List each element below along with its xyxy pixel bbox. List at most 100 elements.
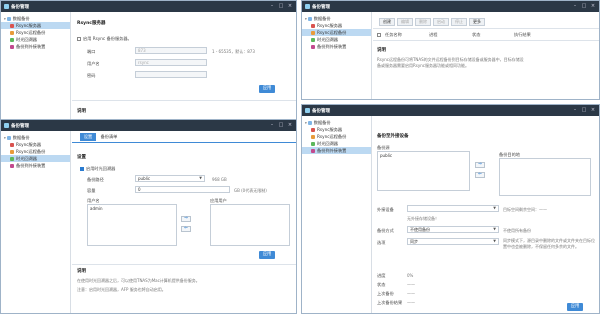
minimize-icon[interactable]: –: [572, 108, 578, 113]
dest-list[interactable]: [499, 158, 591, 196]
username-input[interactable]: rsync: [135, 59, 207, 66]
col-result[interactable]: 执行结果: [514, 32, 531, 38]
checkbox-icon[interactable]: [80, 167, 84, 171]
tree-item-rsync-server[interactable]: Rsync服务器: [302, 22, 371, 29]
password-label: 密码: [87, 73, 96, 78]
tree-item-time-machine[interactable]: 时光回溯器: [302, 140, 371, 147]
arrow-left-icon: ⇐: [478, 172, 482, 177]
user-list[interactable]: admin: [87, 204, 177, 246]
capacity-input[interactable]: 0: [135, 186, 230, 193]
titlebar[interactable]: 备份管理 – □ ×: [1, 1, 296, 12]
enable-rsync-checkbox[interactable]: 启用 Rsync 备份服务器。: [77, 36, 132, 42]
port-input[interactable]: 873: [135, 47, 207, 54]
tree-item-time-machine[interactable]: 时光回溯器: [302, 36, 371, 43]
tree-item-rsync-remote[interactable]: Rsync远程备份: [1, 148, 70, 155]
usb-icon: [311, 148, 315, 153]
chevron-down-icon: ▼: [199, 176, 202, 180]
col-status[interactable]: 状态: [472, 32, 480, 38]
divider: [373, 40, 599, 41]
tab-backup-list[interactable]: 备份清单: [98, 133, 120, 141]
move-left-button[interactable]: ⇐: [181, 226, 191, 232]
move-right-button[interactable]: ⇒: [475, 162, 485, 168]
tree-item-external-backup[interactable]: 备份到外接装置: [302, 43, 371, 50]
source-list-item[interactable]: public: [380, 153, 467, 158]
titlebar[interactable]: 备份管理 – □ ×: [302, 105, 599, 116]
collapse-icon[interactable]: ▾: [305, 121, 307, 125]
collapse-icon[interactable]: ▾: [4, 136, 6, 140]
close-icon[interactable]: ×: [590, 4, 596, 9]
password-input[interactable]: [135, 71, 207, 78]
tree-root[interactable]: ▾ 数据备份: [302, 119, 371, 126]
tab-settings[interactable]: 设置: [80, 133, 96, 141]
tree-item-rsync-server[interactable]: Rsync服务器: [1, 22, 70, 29]
maximize-icon[interactable]: □: [278, 4, 284, 9]
enable-time-machine-checkbox[interactable]: 启用时光回溯器: [80, 166, 115, 172]
tree-item-rsync-remote[interactable]: Rsync远程备份: [302, 29, 371, 36]
col-task-name[interactable]: 任务名称: [385, 32, 402, 38]
tree-item-rsync-remote[interactable]: Rsync远程备份: [1, 29, 70, 36]
tree-root[interactable]: ▾ 数据备份: [1, 134, 70, 141]
delete-button[interactable]: 删除: [415, 18, 431, 26]
move-right-button[interactable]: ⇒: [181, 216, 191, 222]
close-icon[interactable]: ×: [287, 4, 293, 9]
maximize-icon[interactable]: □: [278, 123, 284, 128]
close-icon[interactable]: ×: [590, 108, 596, 113]
apply-button[interactable]: 应用: [567, 303, 583, 311]
titlebar[interactable]: 备份管理 – □ ×: [302, 1, 599, 12]
tree-item-time-machine[interactable]: 时光回溯器: [1, 155, 70, 162]
window-title: 备份管理: [11, 123, 29, 129]
target-select[interactable]: public ▼: [135, 175, 205, 182]
tree-item-rsync-server[interactable]: Rsync服务器: [302, 126, 371, 133]
app-icon: [305, 108, 310, 113]
more-button[interactable]: 更多: [469, 18, 485, 26]
move-left-button[interactable]: ⇐: [475, 172, 485, 178]
close-icon[interactable]: ×: [287, 123, 293, 128]
capacity-label: 容量: [87, 188, 96, 193]
tree-root[interactable]: ▾ 数据备份: [302, 15, 371, 22]
desc-line-1: 在使用时光回溯器之后，可以使用TNAS为Mac计算机提供备份服务。: [77, 278, 200, 283]
minimize-icon[interactable]: –: [269, 4, 275, 9]
user-list-item[interactable]: admin: [90, 206, 174, 211]
tree-item-external-backup[interactable]: 备份到外接装置: [1, 43, 70, 50]
minimize-icon[interactable]: –: [269, 123, 275, 128]
collapse-icon[interactable]: ▾: [305, 17, 307, 21]
titlebar[interactable]: 备份管理 – □ ×: [1, 120, 296, 131]
apply-button[interactable]: 应用: [259, 251, 275, 259]
maximize-icon[interactable]: □: [581, 108, 587, 113]
start-button[interactable]: 启动: [433, 18, 449, 26]
stop-button[interactable]: 停止: [451, 18, 467, 26]
tree-item-time-machine[interactable]: 时光回溯器: [1, 36, 70, 43]
tree-item-rsync-server[interactable]: Rsync服务器: [1, 141, 70, 148]
arrow-left-icon: ⇐: [184, 226, 188, 231]
content-pane: 备份至外接设备 备份源 public ⇒ ⇐ 备份目的地 外接设备 ▼ 目标空间…: [373, 116, 599, 313]
last-result-value: ——: [407, 300, 415, 305]
clock-icon: [311, 141, 315, 146]
select-all-checkbox[interactable]: [377, 32, 383, 37]
progress-value: 0%: [407, 273, 414, 278]
minimize-icon[interactable]: –: [572, 4, 578, 9]
applied-user-list[interactable]: [210, 204, 290, 246]
checkbox-icon[interactable]: [77, 37, 81, 41]
edit-button[interactable]: 编辑: [397, 18, 413, 26]
sync-icon: [10, 149, 14, 154]
server-icon: [10, 142, 14, 147]
port-label: 端口: [87, 49, 96, 54]
tree-root[interactable]: ▾ 数据备份: [1, 15, 70, 22]
tree-item-external-backup[interactable]: 备份到外接装置: [302, 147, 371, 154]
create-button[interactable]: 创建: [379, 18, 395, 26]
mode-label: 备份方式: [377, 228, 394, 233]
settings-title: 设置: [77, 155, 86, 160]
tree-item-rsync-remote[interactable]: Rsync远程备份: [302, 133, 371, 140]
apply-button[interactable]: 应用: [259, 85, 275, 93]
tree-item-external-backup[interactable]: 备份到外接装置: [1, 162, 70, 169]
no-device-text: 无外接存储设备！: [407, 216, 439, 221]
option-select[interactable]: 同步 ▼: [407, 238, 499, 245]
source-list[interactable]: public: [377, 151, 470, 191]
desc-title: 说明: [77, 269, 86, 274]
mode-select[interactable]: 不使用备份 ▼: [407, 226, 499, 233]
maximize-icon[interactable]: □: [581, 4, 587, 9]
device-select[interactable]: ▼: [407, 205, 499, 212]
col-process[interactable]: 进程: [429, 32, 437, 38]
collapse-icon[interactable]: ▾: [4, 17, 6, 21]
checkbox-icon[interactable]: [377, 33, 381, 37]
